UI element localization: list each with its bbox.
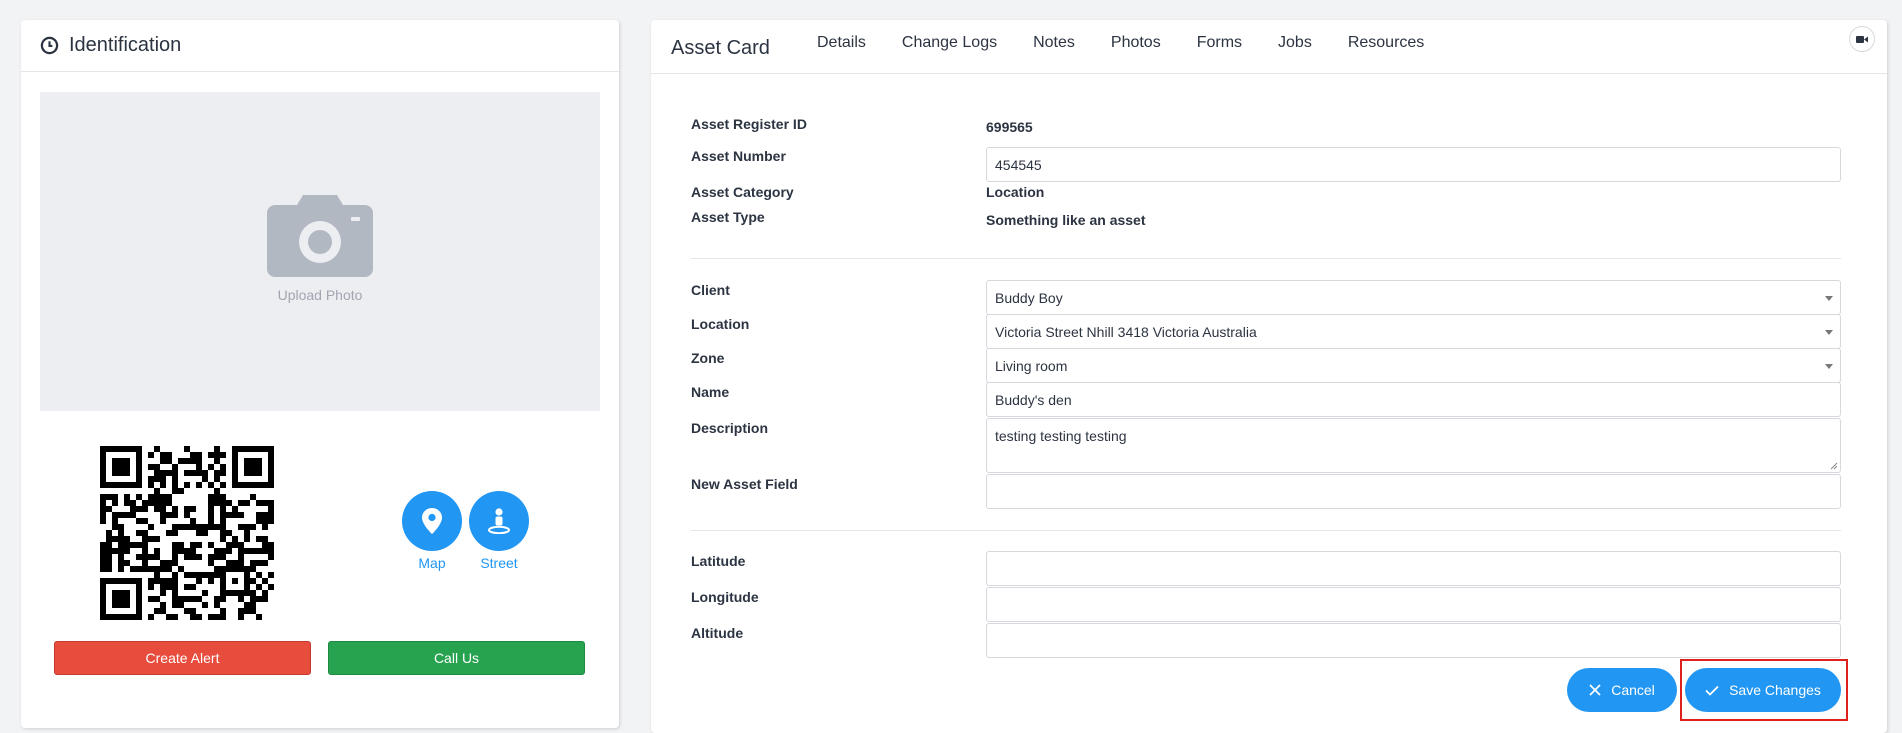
name-input[interactable]: Buddy's den xyxy=(986,382,1841,417)
save-button-highlight xyxy=(1680,659,1848,721)
altitude-label: Altitude xyxy=(691,625,744,641)
location-value: Victoria Street Nhill 3418 Victoria Aust… xyxy=(995,323,1257,340)
description-textarea[interactable]: testing testing testing xyxy=(986,418,1841,473)
asset-register-id-value: 699565 xyxy=(986,119,1033,135)
location-label: Location xyxy=(691,316,750,332)
description-value: testing testing testing xyxy=(995,428,1127,444)
name-value: Buddy's den xyxy=(995,391,1072,408)
latitude-input[interactable] xyxy=(986,551,1841,586)
identification-panel: Identification Upload Photo Map Street C… xyxy=(21,20,619,728)
new-asset-field-label: New Asset Field xyxy=(691,476,798,492)
asset-register-id-label: Asset Register ID xyxy=(691,116,807,132)
clock-icon xyxy=(40,36,59,55)
upload-photo-area[interactable]: Upload Photo xyxy=(40,92,600,411)
camera-icon xyxy=(267,194,373,277)
tab-resources[interactable]: Resources xyxy=(1330,20,1442,67)
altitude-input[interactable] xyxy=(986,623,1841,658)
asset-number-value: 454545 xyxy=(995,156,1042,173)
asset-type-label: Asset Type xyxy=(691,209,765,225)
section-divider xyxy=(691,530,1841,531)
tab-forms[interactable]: Forms xyxy=(1179,20,1260,67)
map-pin-icon xyxy=(422,508,442,534)
map-button-circle[interactable] xyxy=(402,491,462,551)
client-label: Client xyxy=(691,282,730,298)
client-select[interactable]: Buddy Boy xyxy=(986,280,1841,315)
street-view-icon xyxy=(488,508,510,534)
tab-jobs[interactable]: Jobs xyxy=(1260,20,1330,67)
asset-card-tabs: Details Change Logs Notes Photos Forms J… xyxy=(799,20,1442,74)
asset-category-value: Location xyxy=(986,184,1045,200)
tab-notes[interactable]: Notes xyxy=(1015,20,1093,67)
create-alert-button[interactable]: Create Alert xyxy=(54,641,311,675)
resize-grip-icon[interactable] xyxy=(1830,462,1838,470)
zone-label: Zone xyxy=(691,350,725,366)
name-label: Name xyxy=(691,384,730,400)
latitude-label: Latitude xyxy=(691,553,746,569)
longitude-input[interactable] xyxy=(986,587,1841,622)
tab-details[interactable]: Details xyxy=(799,20,884,67)
asset-type-value: Something like an asset xyxy=(986,212,1146,228)
asset-number-input[interactable]: 454545 xyxy=(986,147,1841,182)
section-divider xyxy=(691,258,1841,259)
video-camera-icon xyxy=(1856,35,1868,43)
zone-select[interactable]: Living room xyxy=(986,348,1841,383)
cancel-button[interactable]: Cancel xyxy=(1567,668,1677,712)
asset-card-panel: Asset Card Details Change Logs Notes Pho… xyxy=(651,20,1887,733)
street-view-button-circle[interactable] xyxy=(469,491,529,551)
close-icon xyxy=(1589,684,1601,696)
chevron-down-icon xyxy=(1825,330,1833,335)
zone-value: Living room xyxy=(995,357,1068,374)
qr-code xyxy=(100,446,274,620)
street-view-button[interactable]: Street xyxy=(468,491,530,571)
asset-card-title: Asset Card xyxy=(671,37,770,59)
longitude-label: Longitude xyxy=(691,589,759,605)
identification-title: Identification xyxy=(69,34,182,56)
tab-photos[interactable]: Photos xyxy=(1093,20,1179,67)
upload-photo-label: Upload Photo xyxy=(277,286,363,303)
description-label: Description xyxy=(691,420,769,436)
asset-card-header: Asset Card Details Change Logs Notes Pho… xyxy=(651,20,1887,74)
street-label: Street xyxy=(480,555,518,571)
map-label: Map xyxy=(418,555,446,571)
call-us-button[interactable]: Call Us xyxy=(328,641,585,675)
map-button[interactable]: Map xyxy=(401,491,463,571)
video-button[interactable] xyxy=(1849,26,1875,52)
new-asset-field-input[interactable] xyxy=(986,474,1841,509)
chevron-down-icon xyxy=(1825,296,1833,301)
tab-change-logs[interactable]: Change Logs xyxy=(884,20,1015,67)
cancel-label: Cancel xyxy=(1611,682,1655,698)
location-select[interactable]: Victoria Street Nhill 3418 Victoria Aust… xyxy=(986,314,1841,349)
identification-header: Identification xyxy=(21,20,619,72)
client-value: Buddy Boy xyxy=(995,289,1063,306)
asset-category-label: Asset Category xyxy=(691,184,794,200)
chevron-down-icon xyxy=(1825,364,1833,369)
asset-number-label: Asset Number xyxy=(691,148,786,164)
